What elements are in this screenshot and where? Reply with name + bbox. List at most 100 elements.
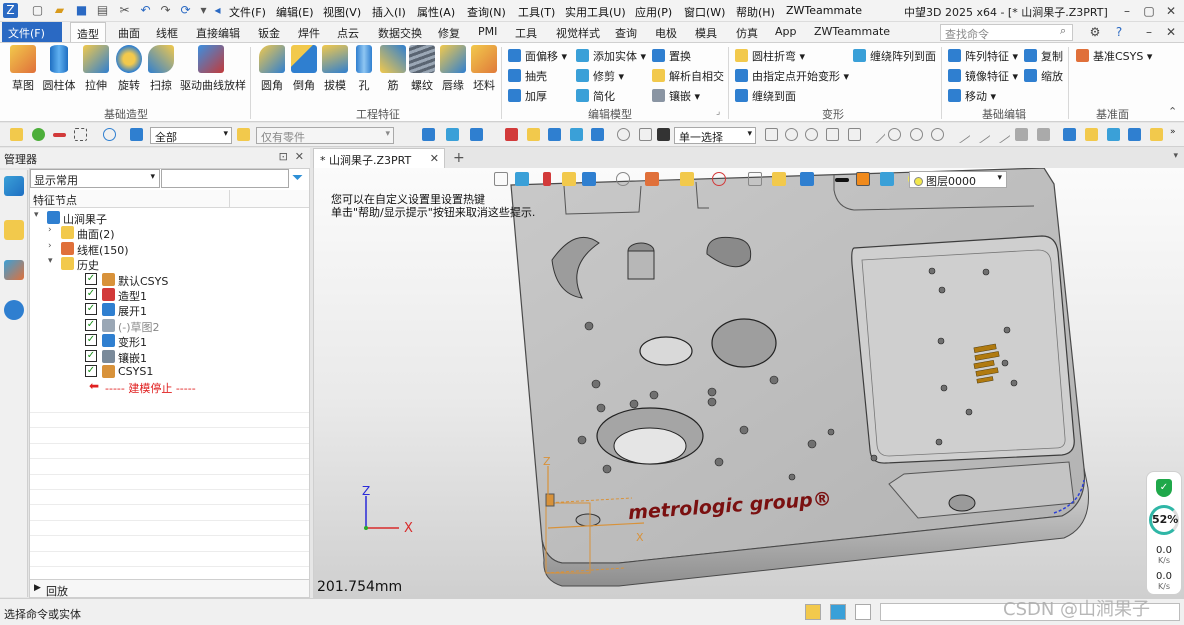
3d-viewport[interactable]: metrologic group® Z X Z X 您可以在自定义设置里设置热键… (313, 168, 1184, 598)
lip-button[interactable]: 唇缘 (436, 45, 470, 93)
thread-button[interactable]: 螺纹 (405, 45, 439, 93)
frame-icon[interactable] (748, 172, 762, 186)
sketch-button[interactable]: 草图 (6, 45, 40, 93)
pen-icon[interactable] (1085, 128, 1098, 141)
sweep-button[interactable]: 扫掠 (144, 45, 178, 93)
material-icon[interactable] (880, 172, 894, 186)
tree-node[interactable]: ✓ 造型1 (30, 287, 309, 303)
blank-button[interactable]: 坯料 (467, 45, 501, 93)
add-solid-button[interactable]: 添加实体 ▾ (576, 48, 646, 64)
pick-point-icon[interactable] (931, 128, 944, 141)
lasso-icon[interactable] (103, 128, 116, 141)
layer-icon[interactable] (527, 128, 540, 141)
pick-body-icon[interactable] (1015, 128, 1028, 141)
performance-widget[interactable]: ✓ 52% 0.0 K/s 0.0 K/s (1146, 471, 1182, 595)
pick-circle-icon[interactable] (785, 128, 798, 141)
menu-help[interactable]: 帮助(H) (736, 4, 775, 20)
simplify-button[interactable]: 简化 (576, 88, 615, 104)
funnel-icon[interactable]: ⏷ (292, 170, 303, 186)
tab-zwteammate[interactable]: ZWTeammate (808, 22, 896, 42)
group-dialog-launcher-icon[interactable]: ⌟ (716, 107, 720, 117)
feature-checkbox[interactable]: ✓ (85, 303, 97, 316)
tab-visual-style[interactable]: 视觉样式 (550, 22, 606, 42)
menu-tools[interactable]: 工具(T) (518, 4, 555, 20)
play-icon[interactable] (805, 128, 818, 141)
pick-line-icon[interactable] (867, 125, 886, 144)
tab-direct-edit[interactable]: 直接编辑 (190, 22, 246, 42)
ribbon-minimize-icon[interactable]: – (1140, 23, 1158, 41)
tab-simulation[interactable]: 仿真 (730, 22, 764, 42)
box-select-icon[interactable] (74, 128, 87, 141)
refresh-icon[interactable]: ⟳ (178, 3, 193, 18)
feature-checkbox[interactable]: ✓ (85, 288, 97, 300)
tab-app[interactable]: App (769, 22, 803, 42)
datum-csys-button[interactable]: 基准CSYS ▾ (1076, 48, 1152, 64)
clock-icon[interactable] (617, 128, 630, 141)
redo-icon[interactable]: ↷ (158, 3, 173, 18)
layer-select[interactable]: 图层0000 ▾ (909, 171, 1007, 188)
tab-data-exchange[interactable]: 数据交换 (372, 22, 428, 42)
revolve-button[interactable]: 旋转 (112, 45, 146, 93)
close-tab-icon[interactable]: ✕ (430, 152, 439, 165)
pick-curve-icon[interactable] (972, 125, 991, 144)
tree-node[interactable]: ✓ 变形1 (30, 333, 309, 349)
section-icon[interactable] (616, 172, 630, 186)
pick-face-icon[interactable] (765, 128, 778, 141)
parts-only-select[interactable]: 仅有零件 ▾ (256, 127, 394, 144)
tree-node[interactable]: ▾ 山涧果子 (30, 210, 309, 226)
view-icon[interactable] (570, 128, 583, 141)
tree-node[interactable]: ✓ (-)草图2 (30, 318, 309, 334)
tree-node[interactable]: ⬅ ----- 建模停止 ----- (30, 379, 309, 395)
filter-view-icon[interactable] (680, 172, 694, 186)
expand-arrow-icon[interactable]: › (48, 225, 52, 235)
tree-node[interactable]: ✓ 镶嵌1 (30, 349, 309, 365)
drive-curve-loft-button[interactable]: 驱动曲线放样 (180, 45, 246, 93)
line-color-icon[interactable] (835, 178, 849, 182)
view-fit-icon[interactable] (494, 172, 508, 186)
collapse-arrow-icon[interactable]: ▾ (48, 256, 53, 266)
status-list-icon[interactable] (855, 604, 871, 620)
settings-gear-icon[interactable]: ⚙ (1086, 23, 1104, 41)
manager-controls[interactable]: ⊡ ✕ (279, 150, 304, 163)
mirror-feature-button[interactable]: 镜像特征 ▾ (948, 68, 1018, 84)
customize-dropdown-icon[interactable]: ▾ (196, 3, 211, 18)
expand-arrow-icon[interactable]: › (48, 241, 52, 251)
pick-shape-icon[interactable] (848, 128, 861, 141)
tab-list-icon[interactable]: ▾ (1173, 151, 1178, 161)
cut-icon[interactable]: ✂ (117, 3, 132, 18)
menu-attribute[interactable]: 属性(A) (417, 4, 455, 20)
pick-edge-icon[interactable] (952, 125, 971, 144)
highlight-view-icon[interactable] (772, 172, 786, 186)
chamfer-button[interactable]: 倒角 (287, 45, 321, 93)
copy-button[interactable]: 复制 (1024, 48, 1063, 64)
status-screen-icon[interactable] (830, 604, 846, 620)
assembly-icon[interactable] (591, 128, 604, 141)
wrap-pattern-button[interactable]: 缠绕阵列到面 (853, 48, 936, 64)
grid-icon[interactable] (548, 128, 561, 141)
wrap-to-face-button[interactable]: 缠绕到面 (735, 88, 796, 104)
cylinder-bend-button[interactable]: 圆柱折弯 ▾ (735, 48, 805, 64)
display-filter-select[interactable]: 显示常用 ▾ (30, 169, 160, 188)
menu-query[interactable]: 查询(N) (467, 4, 506, 20)
document-tab[interactable]: * 山涧果子.Z3PRT ✕ (313, 148, 445, 168)
tab-mold[interactable]: 模具 (689, 22, 723, 42)
app-logo-icon[interactable]: Z (3, 3, 18, 18)
tab-electrode[interactable]: 电极 (649, 22, 683, 42)
menu-file[interactable]: 文件(F) (229, 4, 266, 20)
display-mode-icon[interactable] (562, 172, 576, 186)
resolve-self-intersect-button[interactable]: 解析自相交 (652, 68, 724, 84)
tab-pointcloud[interactable]: 点云 (331, 22, 365, 42)
add-tab-icon[interactable]: + (453, 150, 465, 166)
collapse-arrow-icon[interactable]: ▾ (34, 210, 39, 220)
scale-button[interactable]: 缩放 (1024, 68, 1063, 84)
snap-icon[interactable] (422, 128, 435, 141)
toolbar-overflow-icon[interactable]: » (1170, 127, 1183, 140)
user-icon[interactable] (4, 300, 24, 320)
pick-icon[interactable] (10, 128, 23, 141)
pattern-feature-button[interactable]: 阵列特征 ▾ (948, 48, 1018, 64)
undo-icon[interactable]: ↶ (138, 3, 153, 18)
menu-edit[interactable]: 编辑(E) (276, 4, 314, 20)
deform-from-point-button[interactable]: 由指定点开始变形 ▾ (735, 68, 849, 84)
ribbon-collapse-icon[interactable]: ⌃ (1168, 105, 1177, 118)
feature-checkbox[interactable]: ✓ (85, 349, 97, 362)
